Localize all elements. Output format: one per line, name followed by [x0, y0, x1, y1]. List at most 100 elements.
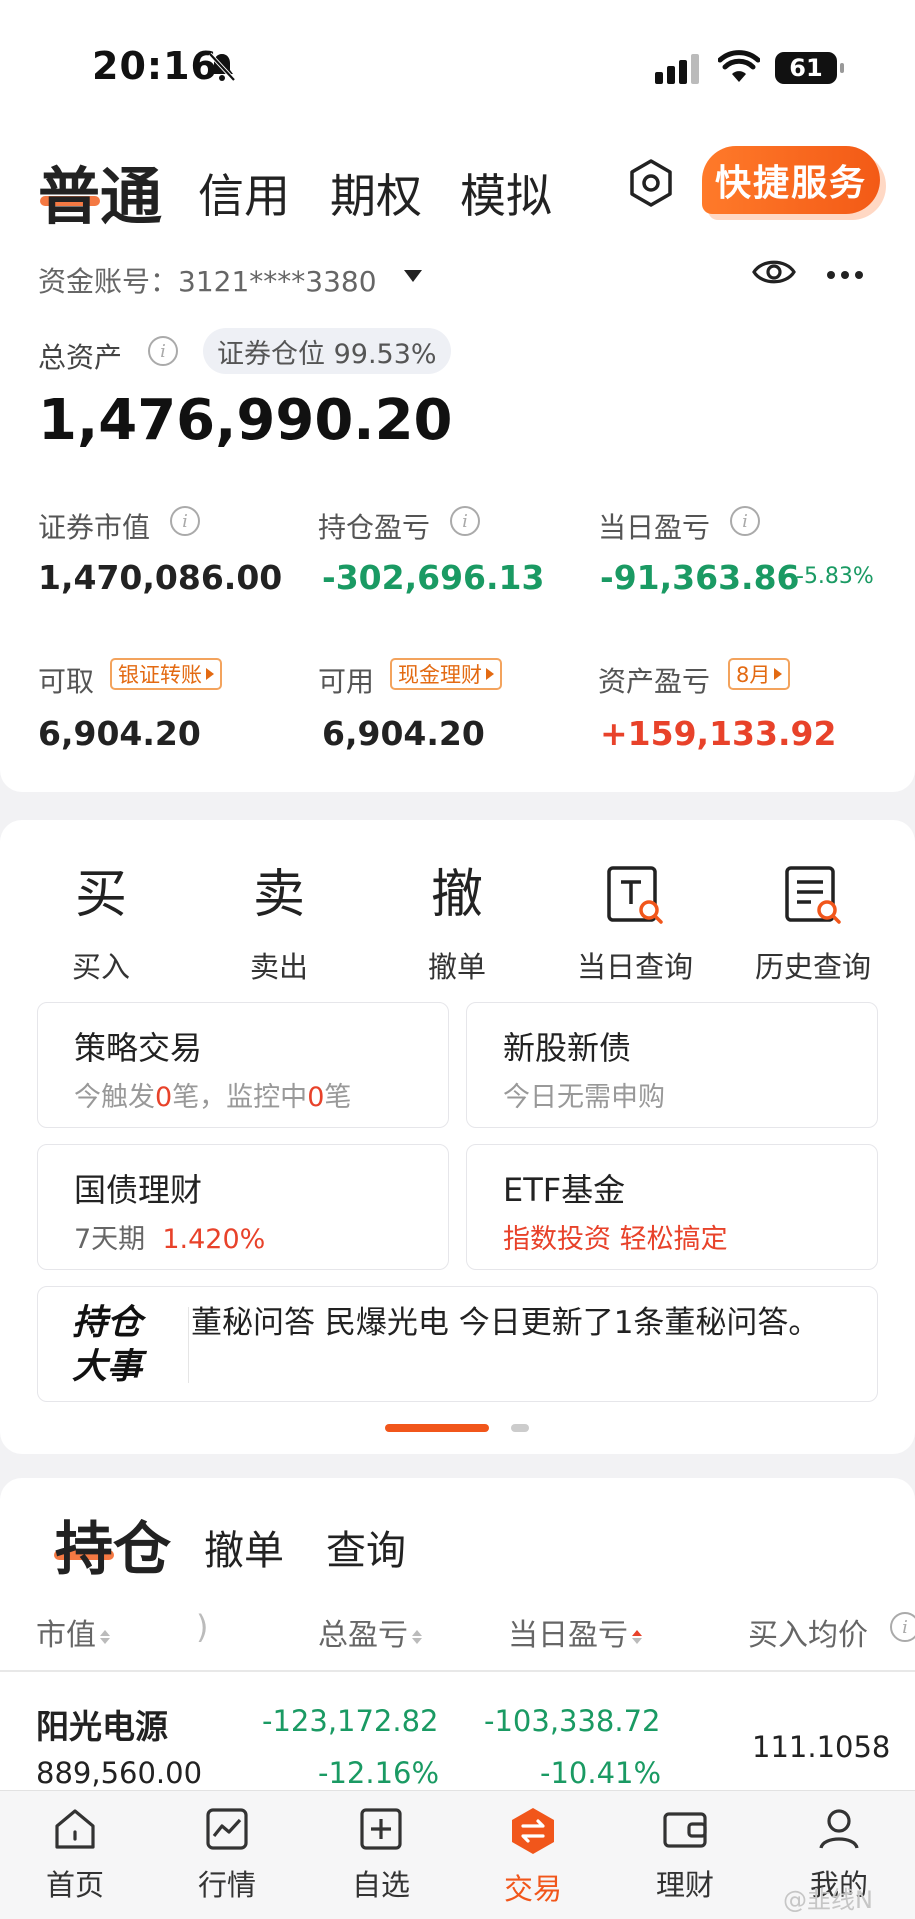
holding-name[interactable]: 阳光电源	[36, 1700, 168, 1748]
trade-exchange-icon	[512, 1808, 554, 1854]
withdrawable-label: 可取	[38, 665, 95, 698]
tab-cancel-orders[interactable]: 撤单	[204, 1518, 284, 1576]
cancel-order-button[interactable]: 撤 撤单	[382, 860, 532, 986]
account-switch-caret-icon[interactable]	[404, 270, 422, 282]
market-value-label: 证券市值	[38, 511, 151, 544]
holding-avg-price: 111.1058	[752, 1730, 891, 1764]
daily-pl-label: 当日盈亏	[598, 511, 711, 544]
treasury-finance-subtitle: 7天期 1.420%	[74, 1224, 266, 1255]
cancel-order-label: 撤单	[427, 950, 486, 984]
treasury-finance-title: 国债理财	[74, 1171, 203, 1209]
sell-button[interactable]: 卖 卖出	[204, 860, 354, 986]
user-icon	[819, 1809, 859, 1849]
available-label: 可用	[318, 665, 375, 698]
holding-total-pl: -123,172.82	[262, 1704, 439, 1738]
status-time: 20:16	[92, 44, 218, 88]
holding-daily-pl: -103,338.72	[484, 1704, 661, 1738]
history-query-label: 历史查询	[754, 950, 871, 984]
arrow-right-icon	[206, 668, 214, 680]
tabbar-finance-label: 理财	[655, 1868, 714, 1902]
tab-options[interactable]: 期权	[330, 160, 422, 226]
divider	[188, 1307, 189, 1383]
arrow-right-icon	[774, 668, 783, 680]
holding-news-tag: 持仓 大事	[72, 1303, 143, 1387]
col-total-pl[interactable]: 总盈亏	[318, 1610, 422, 1654]
more-icon[interactable]	[826, 270, 864, 280]
info-icon[interactable]: i	[148, 336, 178, 366]
buy-icon: 买	[74, 865, 127, 925]
holding-news-card[interactable]: 持仓 大事 董秘问答 民爆光电 今日更新了1条董秘问答。	[37, 1286, 878, 1402]
available-value: 6,904.20	[322, 714, 485, 753]
info-icon[interactable]: i	[450, 506, 480, 536]
treasury-finance-card[interactable]: 国债理财 7天期 1.420%	[37, 1144, 449, 1270]
tab-credit[interactable]: 信用	[198, 160, 290, 226]
today-query-button[interactable]: 当日查询	[560, 860, 710, 986]
divider	[0, 1670, 915, 1672]
info-icon[interactable]: i	[170, 506, 200, 536]
cash-finance-tag[interactable]: 现金理财	[390, 658, 502, 690]
sort-icon	[100, 1629, 110, 1644]
today-query-icon	[607, 866, 663, 924]
tab-query[interactable]: 查询	[326, 1518, 406, 1576]
tab-simulation[interactable]: 模拟	[460, 160, 552, 226]
info-icon[interactable]: i	[890, 1612, 915, 1642]
withdrawable-value: 6,904.20	[38, 714, 201, 753]
status-bar: 20:16 61	[0, 0, 915, 120]
quick-service-button[interactable]: 快捷服务	[702, 146, 880, 214]
tabbar-home-label: 首页	[45, 1868, 104, 1902]
info-icon[interactable]: i	[730, 506, 760, 536]
account-number[interactable]: 资金账号：3121****3380	[38, 260, 377, 300]
etf-fund-card[interactable]: ETF基金 指数投资 轻松搞定	[466, 1144, 878, 1270]
col-daily-pl[interactable]: 当日盈亏	[508, 1610, 642, 1654]
holding-pl-value: -302,696.13	[322, 558, 545, 597]
col-avg-price[interactable]: 买入均价	[748, 1610, 868, 1654]
bottom-tab-bar	[0, 1790, 915, 1919]
holding-news-text: 董秘问答 民爆光电 今日更新了1条董秘问答。	[191, 1305, 820, 1341]
tabbar-finance[interactable]: 理财	[630, 1806, 740, 1904]
wifi-icon	[718, 50, 760, 82]
bank-transfer-tag[interactable]: 银证转账	[110, 658, 222, 690]
ipo-bond-title: 新股新债	[503, 1029, 632, 1067]
sort-icon	[412, 1629, 422, 1644]
tab-regular[interactable]: 普通	[38, 146, 162, 236]
holding-pl-label: 持仓盈亏	[318, 511, 431, 544]
daily-pl-percent: -5.83%	[796, 564, 874, 589]
carousel-dot[interactable]	[511, 1424, 529, 1432]
tabbar-watchlist-label: 自选	[351, 1868, 410, 1902]
month-tag[interactable]: 8月	[728, 658, 791, 690]
sell-label: 卖出	[249, 950, 308, 984]
signal-icon	[655, 54, 699, 84]
today-query-label: 当日查询	[576, 950, 693, 984]
arrow-right-icon	[486, 668, 494, 680]
strategy-trading-card[interactable]: 策略交易 今触发0笔，监控中0笔	[37, 1002, 449, 1128]
tab-holdings[interactable]: 持仓	[55, 1502, 171, 1586]
tabbar-trade[interactable]: 交易	[478, 1806, 588, 1908]
tabbar-market[interactable]: 行情	[172, 1806, 282, 1904]
tabbar-home[interactable]: 首页	[20, 1806, 130, 1904]
sell-icon: 卖	[252, 865, 305, 925]
cancel-order-icon: 撤	[430, 865, 483, 925]
eye-icon[interactable]	[752, 256, 796, 288]
asset-pl-value: +159,133.92	[600, 714, 837, 753]
history-query-button[interactable]: 历史查询	[738, 860, 888, 986]
month-tag-text: 8月	[736, 663, 771, 687]
history-query-icon	[785, 866, 841, 924]
ipo-bond-card[interactable]: 新股新债 今日无需申购	[466, 1002, 878, 1128]
holding-total-pl-pct: -12.16%	[318, 1756, 440, 1790]
strategy-trading-title: 策略交易	[74, 1029, 203, 1067]
market-chart-icon	[206, 1808, 248, 1850]
buy-button[interactable]: 买 买入	[26, 860, 176, 986]
asset-pl-label: 资产盈亏	[598, 665, 711, 698]
tabbar-trade-label: 交易	[503, 1872, 562, 1906]
carousel-dot-active[interactable]	[385, 1424, 489, 1432]
strategy-trading-subtitle: 今触发0笔，监控中0笔	[74, 1082, 352, 1113]
col-market-value[interactable]: 市值	[36, 1610, 110, 1654]
cash-finance-tag-text: 现金理财	[398, 663, 482, 687]
position-ratio-badge: 证券仓位 99.53%	[203, 328, 451, 374]
tabbar-watchlist[interactable]: 自选	[326, 1806, 436, 1904]
total-assets-value: 1,476,990.20	[38, 388, 453, 453]
settings-hex-icon[interactable]	[628, 158, 674, 208]
sort-icon	[632, 1629, 642, 1644]
column-toggle-icon[interactable]: )	[196, 1608, 208, 1646]
holding-daily-pl-pct: -10.41%	[540, 1756, 662, 1790]
